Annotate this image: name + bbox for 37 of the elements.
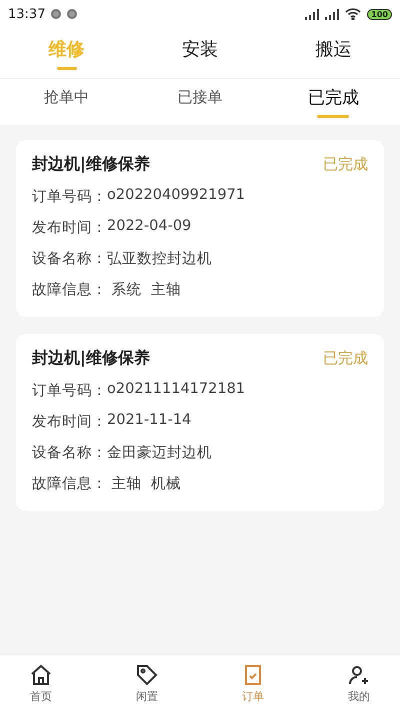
field-label: 故障信息：	[32, 280, 107, 299]
nav-item[interactable]: 首页	[16, 655, 66, 711]
status-tab[interactable]: 抢单中	[0, 79, 134, 125]
field-label: 设备名称：	[32, 444, 107, 462]
notification-icon	[67, 9, 78, 19]
wifi-icon	[345, 8, 362, 20]
order-title: 封边机|维修保养	[32, 154, 150, 175]
field-value: 主轴 机械	[110, 474, 181, 493]
field-label: 发布时间：	[32, 219, 107, 237]
field-value: 系统 主轴	[110, 280, 181, 299]
field-value: 2021-11-14	[107, 412, 192, 430]
field-label: 订单号码：	[32, 382, 107, 400]
order-card[interactable]: 封边机|维修保养 已完成 订单号码：o20220409921971 发布时间：2022-04-09 设备名称：弘亚数控封边机 故障信息： 系统 主轴	[16, 140, 384, 317]
order-status: 已完成	[323, 155, 368, 174]
field-label: 订单号码：	[32, 188, 107, 206]
clock: 13:37	[8, 6, 46, 22]
category-tab[interactable]: 安装	[133, 28, 267, 78]
order-status: 已完成	[323, 349, 368, 368]
battery-icon: 100	[367, 8, 392, 20]
status-tab[interactable]: 已完成	[266, 79, 400, 125]
field-value: o20220409921971	[107, 187, 246, 205]
field-value: o20211114172181	[107, 381, 246, 399]
signal-icon	[325, 8, 340, 20]
notification-icon	[51, 9, 62, 19]
order-title: 封边机|维修保养	[32, 348, 150, 369]
field-label: 故障信息：	[32, 474, 107, 493]
order-card[interactable]: 封边机|维修保养 已完成 订单号码：o20211114172181 发布时间：2021-11-14 设备名称：金田豪迈封边机 故障信息： 主轴 机械	[16, 334, 384, 511]
field-label: 发布时间：	[32, 413, 107, 431]
field-value: 金田豪迈封边机	[107, 444, 212, 462]
field-label: 设备名称：	[32, 250, 107, 268]
signal-icon	[305, 8, 320, 20]
nav-item[interactable]: 我的	[334, 655, 384, 711]
status-tab[interactable]: 已接单	[133, 79, 267, 125]
field-value: 2022-04-09	[107, 218, 192, 236]
category-tab[interactable]: 搬运	[266, 28, 400, 78]
nav-item[interactable]: 闲置	[122, 655, 172, 711]
field-value: 弘亚数控封边机	[107, 250, 212, 268]
